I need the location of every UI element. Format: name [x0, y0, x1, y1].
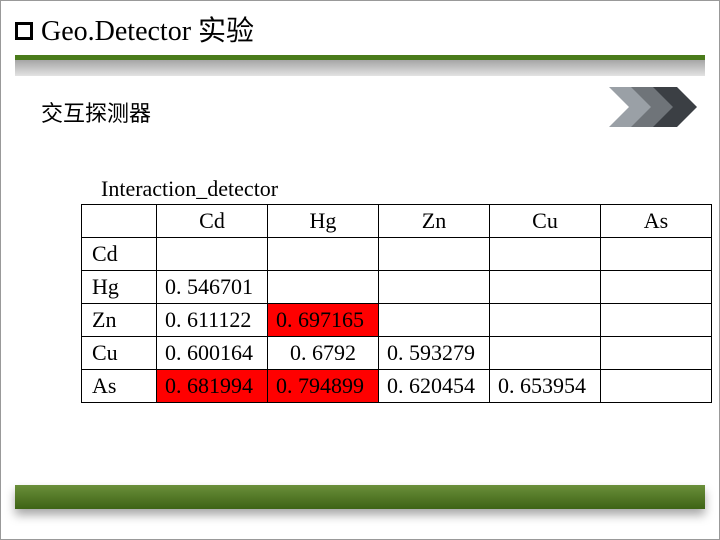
- row-cd: Cd: [82, 238, 157, 271]
- cell: 0. 593279: [379, 337, 490, 370]
- cell: [601, 304, 712, 337]
- shadow-bar: [15, 60, 705, 76]
- cell: 0. 546701: [157, 271, 268, 304]
- cell: [490, 337, 601, 370]
- cell-highlight: 0. 681994: [157, 370, 268, 403]
- cell: [379, 304, 490, 337]
- table-row: As 0. 681994 0. 794899 0. 620454 0. 6539…: [82, 370, 712, 403]
- title-underline: [15, 55, 705, 76]
- cell: [601, 271, 712, 304]
- row-cu: Cu: [82, 337, 157, 370]
- cell: [379, 271, 490, 304]
- arrow-chevrons-icon: [609, 87, 699, 127]
- col-cd: Cd: [157, 205, 268, 238]
- title-row: Geo.Detector 实验: [1, 1, 719, 53]
- row-hg: Hg: [82, 271, 157, 304]
- cell: 0. 611122: [157, 304, 268, 337]
- table-header-row: Cd Hg Zn Cu As: [82, 205, 712, 238]
- cell: [268, 238, 379, 271]
- table-title: Interaction_detector: [101, 176, 719, 202]
- square-bullet-icon: [15, 22, 33, 40]
- table-row: Cu 0. 600164 0. 6792 0. 593279: [82, 337, 712, 370]
- col-zn: Zn: [379, 205, 490, 238]
- cell: [490, 238, 601, 271]
- bottom-accent-bar: [15, 485, 705, 509]
- corner-cell: [82, 205, 157, 238]
- table-row: Zn 0. 611122 0. 697165: [82, 304, 712, 337]
- col-as: As: [601, 205, 712, 238]
- row-zn: Zn: [82, 304, 157, 337]
- slide-title: Geo.Detector 实验: [41, 9, 254, 49]
- cell: [268, 271, 379, 304]
- cell: 0. 600164: [157, 337, 268, 370]
- col-hg: Hg: [268, 205, 379, 238]
- cell: [601, 337, 712, 370]
- cell-highlight: 0. 794899: [268, 370, 379, 403]
- table-row: Cd: [82, 238, 712, 271]
- cell: [157, 238, 268, 271]
- cell: [379, 238, 490, 271]
- table-row: Hg 0. 546701: [82, 271, 712, 304]
- cell: [490, 271, 601, 304]
- cell: [490, 304, 601, 337]
- cell: 0. 6792: [268, 337, 379, 370]
- cell: [601, 370, 712, 403]
- interaction-table: Cd Hg Zn Cu As Cd Hg 0. 546701 Zn 0. 611…: [81, 204, 712, 403]
- cell: 0. 620454: [379, 370, 490, 403]
- slide: Geo.Detector 实验 交互探测器 Interaction_detect…: [0, 0, 720, 540]
- cell-highlight: 0. 697165: [268, 304, 379, 337]
- col-cu: Cu: [490, 205, 601, 238]
- cell: [601, 238, 712, 271]
- row-as: As: [82, 370, 157, 403]
- cell: 0. 653954: [490, 370, 601, 403]
